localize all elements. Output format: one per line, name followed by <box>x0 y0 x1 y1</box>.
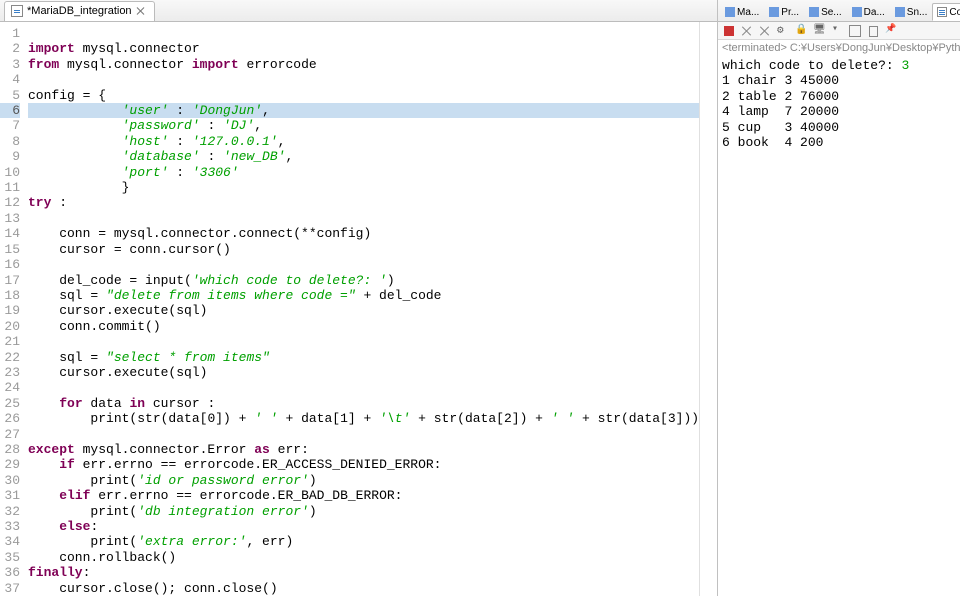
view-icon <box>852 7 862 17</box>
code-line[interactable]: print(str(data[0]) + ' ' + data[1] + '\t… <box>28 411 699 426</box>
tab-label: Da... <box>864 7 885 18</box>
tab-label: Se... <box>821 7 842 18</box>
code-line[interactable] <box>28 380 699 395</box>
close-icon[interactable] <box>136 6 146 16</box>
code-line[interactable]: 'port' : '3306' <box>28 165 699 180</box>
console-row: 4 lamp 7 20000 <box>722 104 960 119</box>
code-line[interactable]: sql = "delete from items where code =" +… <box>28 288 699 303</box>
tab-view[interactable]: Sn... <box>890 3 933 21</box>
console-row: 2 table 2 76000 <box>722 89 960 104</box>
console-input-echo: 3 <box>901 58 909 73</box>
code-line[interactable]: config = { <box>28 88 699 103</box>
code-line[interactable]: finally: <box>28 565 699 580</box>
console-icon <box>937 7 947 17</box>
view-icon <box>725 7 735 17</box>
console-panel: Ma... Pr... Se... Da... Sn... Co... <termina… <box>718 0 960 596</box>
terminate-icon[interactable] <box>722 24 736 38</box>
code-line[interactable]: 'database' : 'new_DB', <box>28 149 699 164</box>
code-line[interactable]: cursor.close(); conn.close() <box>28 581 699 596</box>
tab-view[interactable]: Da... <box>847 3 890 21</box>
tab-view[interactable]: Se... <box>804 3 847 21</box>
console-row: 1 chair 3 45000 <box>722 73 960 88</box>
code-line[interactable]: conn.commit() <box>28 319 699 334</box>
code-line[interactable]: print('db integration error') <box>28 504 699 519</box>
code-area[interactable]: 1234567891011121314151617181920212223242… <box>0 22 717 596</box>
console-status: <terminated> C:¥Users¥DongJun¥Desktop¥Py… <box>718 40 960 56</box>
python-file-icon <box>11 5 23 17</box>
view-icon <box>809 7 819 17</box>
clipboard-icon[interactable] <box>866 24 880 38</box>
view-tabbar: Ma... Pr... Se... Da... Sn... Co... <box>718 0 960 22</box>
code-line[interactable]: 'host' : '127.0.0.1', <box>28 134 699 149</box>
code-line[interactable]: if err.errno == errorcode.ER_ACCESS_DENI… <box>28 457 699 472</box>
chevron-down-icon[interactable] <box>830 24 844 38</box>
console-row: 5 cup 3 40000 <box>722 120 960 135</box>
code-line[interactable] <box>28 72 699 87</box>
display-icon[interactable] <box>812 24 826 38</box>
code-line[interactable]: cursor = conn.cursor() <box>28 242 699 257</box>
code-line[interactable]: else: <box>28 519 699 534</box>
gear-icon[interactable] <box>776 24 790 38</box>
code-line[interactable]: sql = "select * from items" <box>28 350 699 365</box>
code-line[interactable]: cursor.execute(sql) <box>28 303 699 318</box>
tab-view[interactable]: Ma... <box>720 3 764 21</box>
code-line[interactable] <box>28 427 699 442</box>
console-row: 6 book 4 200 <box>722 135 960 150</box>
editor-tab-label: *MariaDB_integration <box>27 5 132 17</box>
tab-label: Pr... <box>781 7 799 18</box>
console-toolbar <box>718 22 960 40</box>
code-line[interactable]: except mysql.connector.Error as err: <box>28 442 699 457</box>
view-icon <box>769 7 779 17</box>
code-line[interactable]: conn.rollback() <box>28 550 699 565</box>
tab-label: Ma... <box>737 7 759 18</box>
editor-tabbar: *MariaDB_integration <box>0 0 717 22</box>
console-prompt: which code to delete?: <box>722 58 901 73</box>
line-number-gutter: 1234567891011121314151617181920212223242… <box>0 22 24 596</box>
code-line[interactable] <box>28 211 699 226</box>
code-line[interactable]: del_code = input('which code to delete?:… <box>28 273 699 288</box>
console-output[interactable]: which code to delete?: 31 chair 3 450002… <box>718 56 960 596</box>
overview-ruler[interactable] <box>699 22 717 596</box>
code-line[interactable]: print('extra error:', err) <box>28 534 699 549</box>
code-line[interactable]: import mysql.connector <box>28 41 699 56</box>
tab-label: Sn... <box>907 7 928 18</box>
code-line[interactable]: print('id or password error') <box>28 473 699 488</box>
editor-tab[interactable]: *MariaDB_integration <box>4 1 155 21</box>
remove-all-icon[interactable] <box>758 24 772 38</box>
code-line[interactable] <box>28 334 699 349</box>
code-line[interactable]: 'user' : 'DongJun', <box>28 103 699 118</box>
code-line[interactable]: 'password' : 'DJ', <box>28 118 699 133</box>
code-line[interactable]: elif err.errno == errorcode.ER_BAD_DB_ER… <box>28 488 699 503</box>
tab-console[interactable]: Co... <box>932 3 960 21</box>
pin-icon[interactable] <box>884 24 898 38</box>
tab-label: Co... <box>949 7 960 18</box>
code-line[interactable]: cursor.execute(sql) <box>28 365 699 380</box>
code-lines[interactable]: import mysql.connectorfrom mysql.connect… <box>24 22 699 596</box>
editor-panel: *MariaDB_integration 1234567891011121314… <box>0 0 718 596</box>
code-line[interactable] <box>28 26 699 41</box>
code-line[interactable]: } <box>28 180 699 195</box>
code-line[interactable]: for data in cursor : <box>28 396 699 411</box>
code-line[interactable]: conn = mysql.connector.connect(**config) <box>28 226 699 241</box>
code-line[interactable]: from mysql.connector import errorcode <box>28 57 699 72</box>
lock-icon[interactable] <box>794 24 808 38</box>
tab-view[interactable]: Pr... <box>764 3 804 21</box>
page-icon[interactable] <box>848 24 862 38</box>
code-line[interactable]: try : <box>28 195 699 210</box>
remove-launch-icon[interactable] <box>740 24 754 38</box>
code-line[interactable] <box>28 257 699 272</box>
view-icon <box>895 7 905 17</box>
